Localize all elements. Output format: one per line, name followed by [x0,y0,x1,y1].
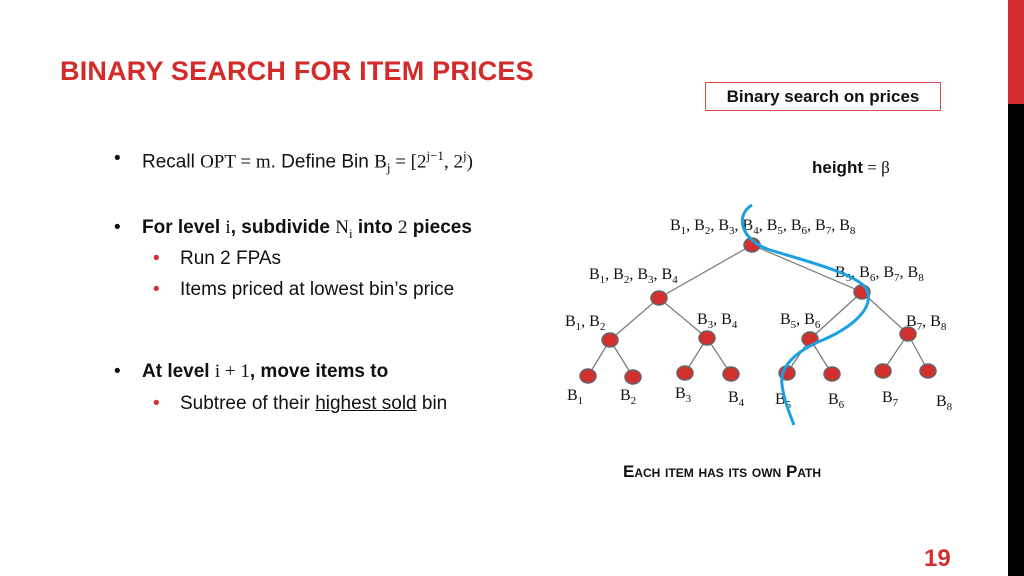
node-label: B3 [675,385,692,405]
node-label: B7 [882,389,899,409]
tree-node [601,332,619,348]
node-label: B1 [567,387,583,407]
tree-node [650,290,668,306]
node-label: B4 [728,389,745,409]
page-number: 19 [924,545,951,572]
tree-edge [658,244,753,299]
node-label: B1, B2, B3, B4 [589,266,678,286]
tree-node [722,366,740,382]
tree-node [579,368,597,384]
tree-node [698,330,716,346]
tree-edge [609,297,660,341]
node-label: B5, B6, B7, B8 [835,264,924,284]
tree-node [919,363,937,379]
caption: Each item has its own Path [623,462,822,481]
tree-node [624,369,642,385]
node-label: B2 [620,387,636,407]
node-label: B3, B4 [697,311,738,331]
tree-node [823,366,841,382]
tree-node [874,363,892,379]
node-label: B1, B2 [565,313,605,333]
node-label: B1, B2, B3, B4, B5, B6, B7, B8 [670,217,856,237]
binary-tree-diagram: B1, B2, B3, B4, B5, B6, B7, B8 B1, B2, B3… [565,203,953,426]
tree-node [676,365,694,381]
node-label: B5, B6 [780,311,821,331]
node-label: B6 [828,391,845,411]
node-label: B8 [936,393,953,413]
